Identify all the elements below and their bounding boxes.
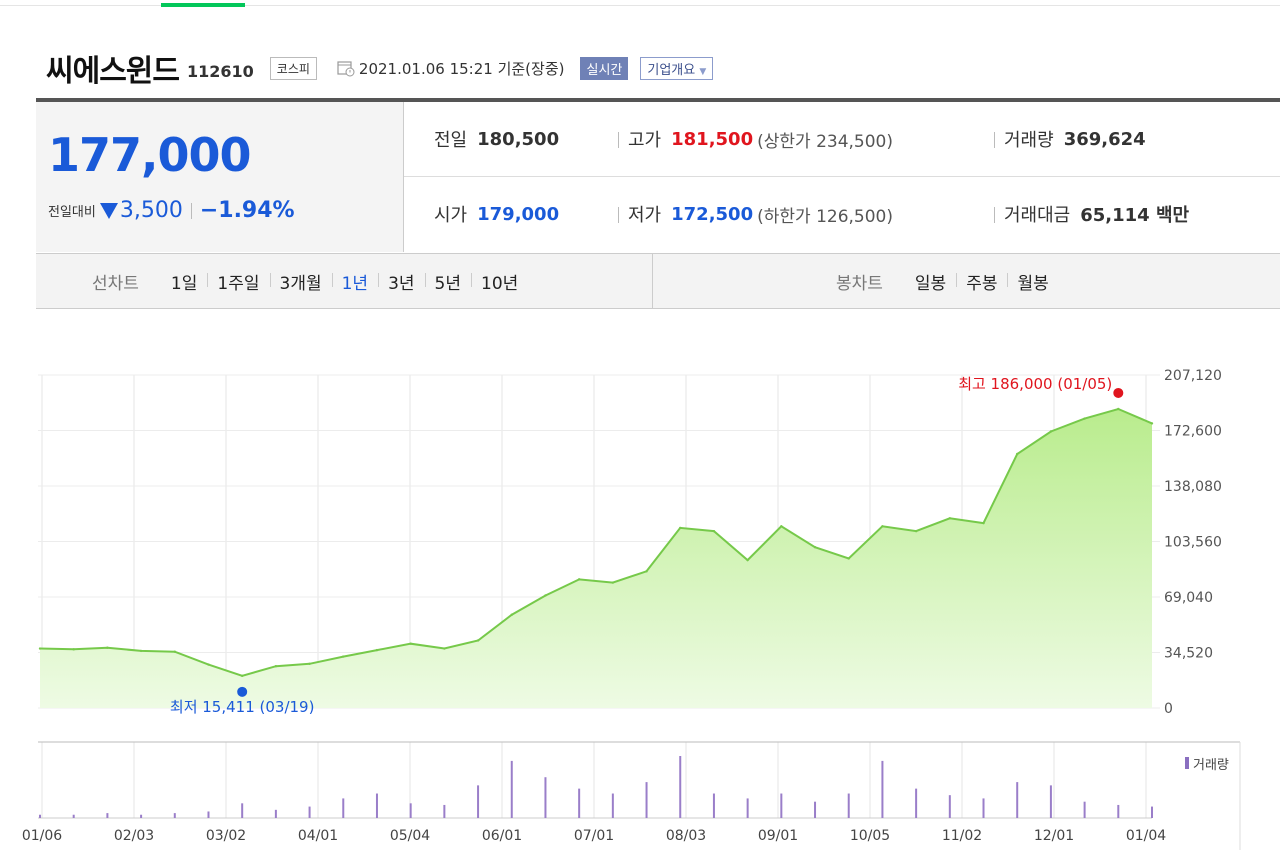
x-tick-label: 03/02	[206, 828, 246, 844]
volume-bar	[948, 795, 951, 818]
y-tick-label: 207,120	[1164, 368, 1222, 384]
x-tick-label: 12/01	[1034, 828, 1074, 844]
x-tick-label: 01/04	[1126, 828, 1166, 844]
price-point	[342, 655, 345, 658]
y-tick-label: 0	[1164, 701, 1173, 717]
price-point	[476, 639, 480, 642]
volume-bar	[274, 809, 277, 818]
volume-bar	[409, 803, 412, 818]
volume-bar	[847, 793, 850, 818]
price-point	[881, 525, 884, 528]
volume-bar	[308, 806, 311, 818]
volume-bar	[544, 777, 547, 818]
volume-bar	[746, 798, 749, 818]
y-tick-label: 69,040	[1164, 590, 1213, 606]
x-tick-label: 04/01	[298, 828, 338, 844]
volume-bar	[780, 793, 783, 818]
volume-bar	[173, 813, 176, 818]
volume-bar	[72, 814, 75, 818]
price-point	[847, 557, 850, 560]
volume-bar	[207, 811, 210, 818]
price-point	[1083, 417, 1086, 420]
price-point	[746, 558, 749, 562]
price-chart[interactable]: 01/06 02/03 03/02 04/01 05/04 06/01 07/01 08/03…	[0, 0, 1280, 850]
price-point	[948, 517, 952, 520]
price-point	[813, 546, 817, 549]
max-marker	[1113, 387, 1124, 398]
volume-bar	[679, 756, 682, 818]
x-tick-label: 08/03	[666, 828, 706, 844]
volume-bar	[477, 785, 480, 818]
price-point	[1049, 430, 1053, 433]
price-point	[712, 529, 716, 533]
volume-bar	[645, 782, 648, 818]
volume-bar	[1016, 782, 1019, 818]
volume-bar	[140, 814, 143, 818]
price-point	[1117, 407, 1120, 411]
y-tick-label: 34,520	[1164, 646, 1213, 662]
x-tick-label: 05/04	[390, 828, 430, 844]
volume-bar	[510, 760, 513, 818]
volume-bar	[712, 793, 715, 818]
volume-legend-swatch	[1185, 757, 1189, 769]
volume-bar	[611, 793, 614, 818]
volume-legend-label: 거래량	[1193, 758, 1229, 773]
volume-bar	[1049, 785, 1052, 818]
volume-bar	[578, 788, 581, 818]
volume-bar	[375, 793, 378, 818]
volume-bar	[915, 788, 918, 818]
price-point	[780, 525, 783, 528]
volume-bar	[1151, 806, 1153, 818]
price-point	[240, 674, 244, 678]
x-tick-label: 06/01	[482, 828, 522, 844]
volume-bar	[342, 798, 345, 818]
volume-bar	[106, 813, 109, 818]
price-point	[645, 570, 648, 573]
price-point	[173, 650, 176, 653]
price-point	[1150, 422, 1154, 425]
price-point	[139, 649, 143, 653]
volume-bar	[39, 814, 41, 818]
min-annotation: 최저 15,411 (03/19)	[170, 698, 315, 716]
price-point	[577, 578, 581, 581]
price-point	[443, 647, 446, 650]
price-point	[1016, 452, 1019, 456]
volume-bar	[881, 760, 884, 818]
x-tick-label: 01/06	[22, 828, 62, 844]
price-point	[72, 648, 75, 651]
volume-bar	[1083, 801, 1086, 818]
price-point	[510, 613, 513, 616]
volume-bar	[982, 798, 985, 818]
price-point	[679, 526, 682, 530]
x-tick-label: 11/02	[942, 828, 982, 844]
x-tick-label: 02/03	[114, 828, 154, 844]
x-tick-label: 10/05	[850, 828, 890, 844]
y-tick-label: 138,080	[1164, 479, 1222, 495]
price-point	[544, 594, 547, 597]
price-point	[914, 529, 918, 533]
price-point	[375, 648, 379, 652]
price-point	[409, 642, 412, 645]
price-point	[207, 663, 210, 666]
volume-bar	[1117, 804, 1120, 818]
volume-bar	[443, 804, 446, 818]
price-point	[308, 662, 311, 665]
volume-bar	[241, 803, 244, 818]
price-point	[611, 581, 615, 584]
min-marker	[237, 686, 248, 697]
x-tick-label: 09/01	[758, 828, 798, 844]
price-point	[982, 521, 985, 525]
volume-bar	[814, 801, 817, 818]
x-tick-label: 07/01	[574, 828, 614, 844]
max-annotation: 최고 186,000 (01/05)	[958, 375, 1112, 393]
price-point	[38, 647, 42, 650]
price-point	[106, 646, 109, 649]
y-tick-label: 172,600	[1164, 424, 1222, 440]
price-point	[274, 664, 278, 668]
y-tick-label: 103,560	[1164, 535, 1222, 551]
